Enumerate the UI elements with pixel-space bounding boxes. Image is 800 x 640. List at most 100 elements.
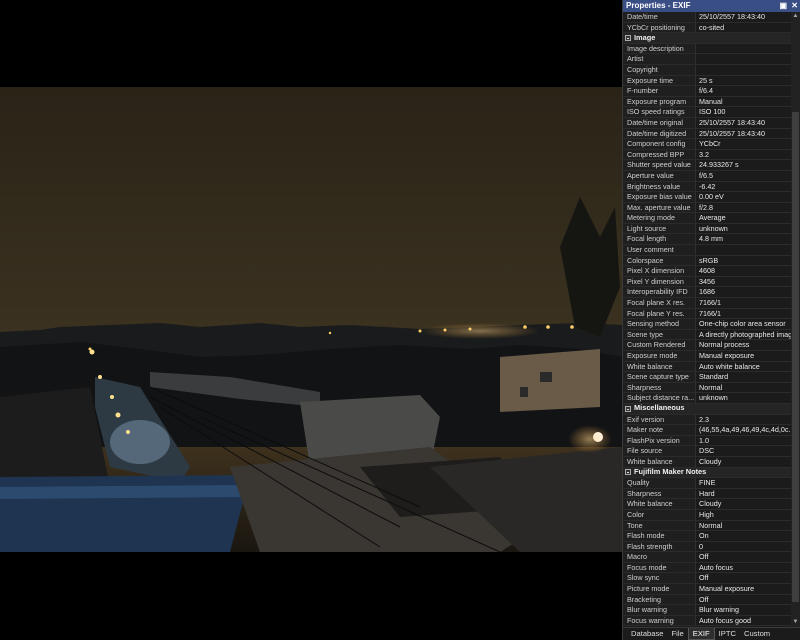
property-row[interactable]: Colorspace sRGB [623, 255, 791, 267]
property-row[interactable]: Flash strength 0 [623, 541, 791, 553]
property-row[interactable]: Pixel Y dimension 3456 [623, 276, 791, 288]
property-row[interactable]: Shutter speed value 24.933267 s [623, 160, 791, 171]
tab-database[interactable]: Database [627, 628, 668, 640]
property-row[interactable]: Picture mode Manual exposure [623, 584, 791, 595]
property-row[interactable]: Aperture value f/6.5 [623, 170, 791, 182]
property-row[interactable]: Sharpness Hard [623, 488, 791, 500]
property-row[interactable]: White balance Cloudy [623, 456, 791, 468]
property-row[interactable]: Quality FINE [623, 478, 791, 489]
property-row[interactable]: Bracketing Off [623, 594, 791, 606]
property-key: Light source [623, 223, 696, 234]
property-value: 4608 [699, 266, 715, 276]
property-row[interactable]: Focus warning Auto focus good [623, 615, 791, 627]
property-row[interactable]: Date/time 25/10/2557 18:43:40 [623, 12, 791, 23]
property-row[interactable]: Copyright [623, 64, 791, 76]
property-row[interactable]: User comment [623, 245, 791, 256]
scrollbar-thumb[interactable] [792, 112, 799, 602]
property-row[interactable]: Scene type A directly photographed image [623, 329, 791, 341]
property-key: Macro [623, 552, 696, 562]
property-row[interactable]: Custom Rendered Normal process [623, 340, 791, 351]
tab-file[interactable]: File [668, 628, 688, 640]
property-key: Compressed BPP [623, 149, 696, 160]
property-row[interactable]: Exposure program Manual [623, 96, 791, 108]
collapse-toggle-icon[interactable] [625, 34, 631, 41]
property-key: Picture mode [623, 584, 696, 594]
property-row[interactable]: Scene capture type Standard [623, 372, 791, 383]
panel-scrollbar[interactable]: ▲ ▼ [791, 12, 800, 627]
property-row[interactable]: Flash mode On [623, 531, 791, 542]
property-value: f/2.8 [699, 202, 713, 212]
tab-exif[interactable]: EXIF [687, 628, 715, 640]
property-row[interactable]: Focus mode Auto focus [623, 562, 791, 574]
scroll-down-icon[interactable]: ▼ [791, 618, 800, 627]
property-value: 1686 [699, 287, 715, 297]
section-header[interactable]: Miscellaneous [623, 403, 791, 415]
property-value: (46,55,4a,49,46,49,4c,4d,0c... [699, 425, 791, 435]
property-row[interactable]: FlashPix version 1.0 [623, 435, 791, 447]
scroll-up-icon[interactable]: ▲ [791, 12, 800, 21]
property-row[interactable]: ISO speed ratings ISO 100 [623, 107, 791, 118]
property-value: Off [699, 552, 709, 562]
property-key: White balance [623, 361, 696, 372]
property-row[interactable]: Subject distance ra... unknown [623, 393, 791, 404]
property-row[interactable]: Artist [623, 54, 791, 65]
property-row[interactable]: Sensing method One-chip color area sensor [623, 319, 791, 330]
tab-custom[interactable]: Custom [740, 628, 774, 640]
property-row[interactable]: Exposure bias value 0.00 eV [623, 192, 791, 203]
property-key: Sensing method [623, 319, 696, 329]
property-row[interactable]: Brightness value -6.42 [623, 181, 791, 193]
property-value: Manual exposure [699, 351, 755, 360]
property-value: 3.2 [699, 149, 709, 159]
section-header[interactable]: Fujifilm Maker Notes [623, 467, 791, 479]
property-row[interactable]: Date/time original 25/10/2557 18:43:40 [623, 117, 791, 129]
tab-iptc[interactable]: IPTC [715, 628, 740, 640]
property-key: Bracketing [623, 594, 696, 605]
property-key: Date/time original [623, 117, 696, 128]
property-row[interactable]: Compressed BPP 3.2 [623, 149, 791, 161]
property-row[interactable]: Tone Normal [623, 520, 791, 532]
property-row[interactable]: File source DSC [623, 446, 791, 457]
property-key: Brightness value [623, 181, 696, 192]
property-row[interactable]: Max. aperture value f/2.8 [623, 202, 791, 214]
property-row[interactable]: Focal plane X res. 7166/1 [623, 298, 791, 309]
property-key: Shutter speed value [623, 160, 696, 170]
property-row[interactable]: Date/time digitized 25/10/2557 18:43:40 [623, 128, 791, 140]
section-header[interactable]: Image [623, 33, 791, 44]
collapse-toggle-icon[interactable] [625, 469, 631, 476]
property-key: Exposure bias value [623, 192, 696, 202]
property-row[interactable]: Exposure mode Manual exposure [623, 351, 791, 362]
property-row[interactable]: Exif version 2.3 [623, 414, 791, 426]
property-value: Auto focus [699, 562, 733, 572]
property-key: Flash strength [623, 541, 696, 552]
pin-icon[interactable]: ▣ [779, 0, 787, 12]
property-row[interactable]: Color High [623, 509, 791, 521]
close-icon[interactable]: ✕ [791, 0, 798, 12]
section-label: Image [634, 32, 656, 42]
panel-titlebar[interactable]: Properties - EXIF ▣ ✕ [623, 0, 800, 12]
property-value: Manual [699, 96, 723, 106]
property-row[interactable]: Slow sync Off [623, 573, 791, 585]
property-row[interactable]: Light source unknown [623, 223, 791, 235]
property-row[interactable]: YCbCr positioning co-sited [623, 22, 791, 34]
property-key: Colorspace [623, 255, 696, 266]
property-row[interactable]: F-number f/6.4 [623, 86, 791, 97]
property-row[interactable]: Exposure time 25 s [623, 75, 791, 87]
property-key: Artist [623, 54, 696, 64]
property-row[interactable]: Metering mode Average [623, 213, 791, 224]
property-key: Focal plane Y res. [623, 308, 696, 319]
property-row[interactable]: Focal length 4.8 mm [623, 234, 791, 246]
property-row[interactable]: White balance Auto white balance [623, 361, 791, 373]
property-row[interactable]: Focal plane Y res. 7166/1 [623, 308, 791, 320]
collapse-toggle-icon[interactable] [625, 405, 631, 412]
property-row[interactable]: Blur warning Blur warning [623, 605, 791, 616]
property-row[interactable]: White balance Cloudy [623, 499, 791, 510]
property-row[interactable]: Component config YCbCr [623, 139, 791, 150]
property-row[interactable]: Maker note (46,55,4a,49,46,49,4c,4d,0c... [623, 425, 791, 436]
property-row[interactable]: Interoperability IFD 1686 [623, 287, 791, 299]
property-row[interactable]: Pixel X dimension 4608 [623, 266, 791, 277]
property-row[interactable]: Image description [623, 43, 791, 55]
property-row[interactable]: Macro Off [623, 552, 791, 563]
image-viewer[interactable] [0, 0, 622, 640]
property-row[interactable]: Sharpness Normal [623, 382, 791, 394]
property-key: Scene type [623, 329, 696, 340]
